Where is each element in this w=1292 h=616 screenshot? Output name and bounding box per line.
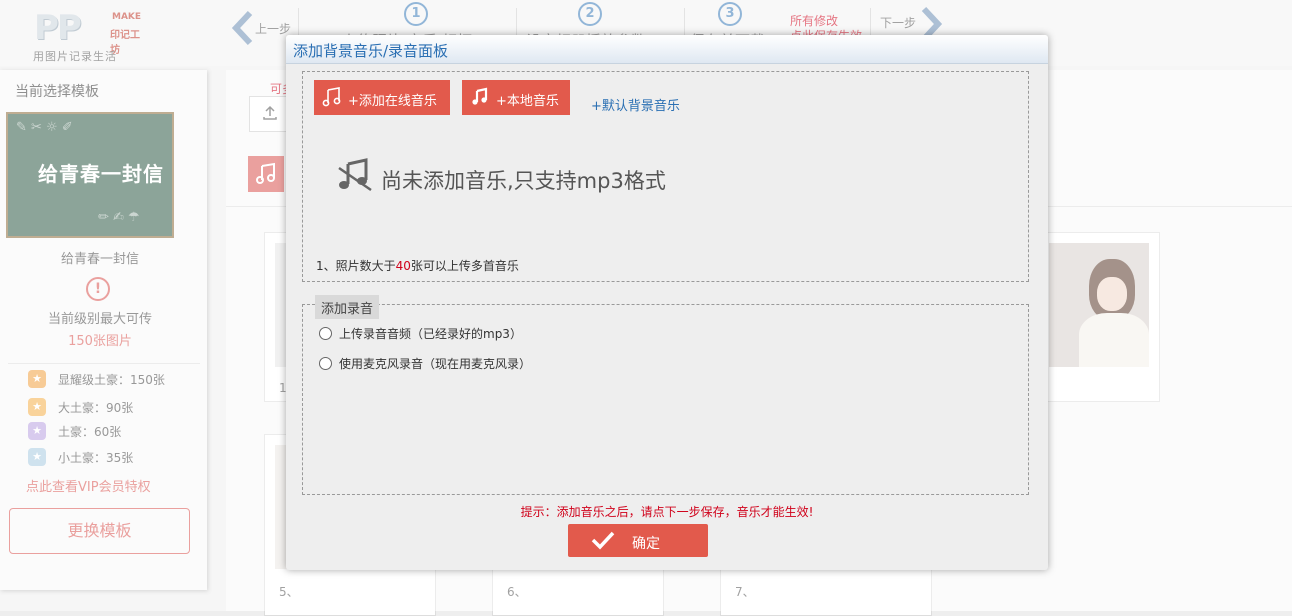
music-recording-dialog: 添加背景音乐/录音面板 +添加在线音乐 +本地音乐 +默认背景音乐 尚未添加音乐… [286, 35, 1048, 570]
no-music-message: 尚未添加音乐,只支持mp3格式 [381, 169, 666, 193]
confirm-button[interactable]: 确定 [568, 524, 708, 557]
checkmark-icon [591, 531, 615, 550]
dialog-title: 添加背景音乐/录音面板 [293, 42, 449, 60]
add-local-music-button[interactable]: +本地音乐 [462, 80, 570, 115]
music-tip: 1、照片数大于40张可以上传多首音乐 [316, 257, 519, 274]
confirm-label: 确定 [632, 536, 660, 552]
save-hint: 提示：添加音乐之后，请点下一步保存，音乐才能生效! [520, 505, 814, 519]
tip-prefix: 1、照片数大于 [316, 259, 396, 273]
radio-label: 上传录音音频（已经录好的mp3） [339, 327, 522, 341]
radio-icon[interactable] [319, 357, 332, 370]
tip-number: 40 [395, 259, 411, 273]
background-music-section: +添加在线音乐 +本地音乐 +默认背景音乐 尚未添加音乐,只支持mp3格式 1、… [302, 71, 1029, 282]
music-note-icon [472, 87, 488, 105]
radio-icon[interactable] [319, 327, 332, 340]
radio-label: 使用麦克风录音（现在用麦克风录） [339, 357, 532, 371]
add-online-music-button[interactable]: +添加在线音乐 [314, 80, 450, 115]
button-label: +本地音乐 [496, 94, 559, 109]
default-music-link[interactable]: +默认背景音乐 [591, 95, 680, 114]
button-label: +添加在线音乐 [348, 94, 437, 109]
tip-suffix: 张可以上传多首音乐 [410, 259, 519, 273]
recording-section-title: 添加录音 [315, 295, 380, 319]
music-note-icon [322, 87, 341, 107]
recording-section: 添加录音 上传录音音频（已经录好的mp3） 使用麦克风录音（现在用麦克风录） [302, 295, 1029, 495]
no-music-icon [338, 158, 372, 192]
dialog-titlebar[interactable]: 添加背景音乐/录音面板 [286, 35, 1048, 64]
